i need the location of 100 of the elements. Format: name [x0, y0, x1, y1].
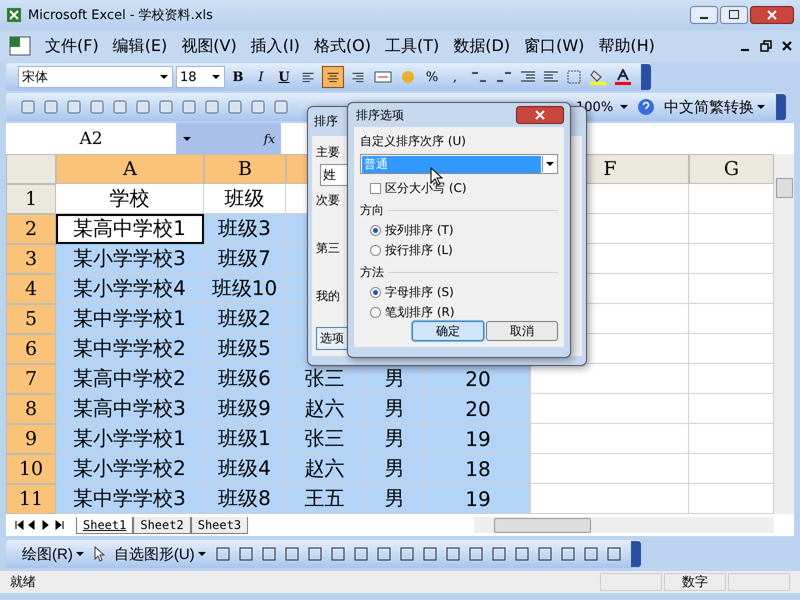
table-cell: 某高中学校2	[56, 364, 204, 394]
options-button[interactable]: 选项	[316, 327, 348, 350]
table-cell: 某高中学校1	[56, 214, 204, 244]
row-header[interactable]: 5	[6, 304, 56, 334]
table-cell: 班级2	[204, 304, 286, 334]
sheet-tab[interactable]: Sheet2	[133, 516, 191, 534]
radio-button[interactable]	[370, 245, 381, 256]
caret-icon[interactable]	[159, 74, 169, 80]
table-cell: 张三	[286, 424, 364, 454]
menu-item[interactable]: 数据(D)	[446, 36, 518, 56]
italic-button[interactable]: I	[251, 66, 271, 88]
merge-center-icon[interactable]	[374, 69, 392, 85]
radio-label[interactable]: 按列排序 (T)	[385, 222, 454, 239]
dropdown-arrow-icon[interactable]	[542, 156, 557, 172]
menu-item[interactable]: 帮助(H)	[591, 36, 662, 56]
menu-item[interactable]: 插入(I)	[244, 36, 307, 56]
radio-button[interactable]	[370, 287, 381, 298]
toolbar-options-icon[interactable]	[630, 541, 641, 567]
horizontal-scrollbar[interactable]	[474, 517, 774, 533]
field-label: 我的	[316, 288, 340, 305]
radio-button[interactable]	[370, 307, 381, 318]
row-header[interactable]: 7	[6, 364, 56, 394]
field-label: 主要	[316, 144, 340, 161]
radio-label[interactable]: 按行排序 (L)	[385, 242, 453, 259]
borders-icon[interactable]	[566, 69, 582, 85]
close-button[interactable]	[750, 6, 794, 24]
percent-button[interactable]: %	[422, 66, 442, 88]
close-icon[interactable]	[782, 41, 792, 51]
font-dropdown[interactable]: 宋体	[18, 66, 173, 88]
underline-button[interactable]: U	[274, 66, 294, 88]
table-cell: 18	[426, 454, 531, 484]
column-header[interactable]: G	[689, 154, 774, 184]
caret-icon[interactable]	[211, 74, 221, 80]
radio-label[interactable]: 笔划排序 (R)	[385, 304, 455, 321]
close-button[interactable]	[516, 106, 564, 124]
table-cell: 班级4	[204, 454, 286, 484]
caret-icon[interactable]	[76, 552, 84, 556]
menu-item[interactable]: 窗口(W)	[517, 36, 592, 56]
column-header[interactable]: B	[204, 154, 286, 184]
menu-item[interactable]: 格式(O)	[306, 36, 378, 56]
group-title: 方法	[360, 264, 384, 281]
table-cell: 20	[426, 394, 531, 424]
maximize-button[interactable]	[720, 6, 748, 24]
table-cell: 19	[426, 484, 531, 514]
draw-menu-button[interactable]: 绘图(R)	[18, 544, 88, 564]
table-cell: 赵六	[286, 454, 364, 484]
row-header[interactable]: 4	[6, 274, 56, 304]
caret-icon[interactable]	[757, 104, 765, 110]
radio-label[interactable]: 字母排序 (S)	[385, 284, 454, 301]
comma-button[interactable]: ,	[445, 66, 465, 88]
sheet-tab[interactable]: Sheet1	[76, 516, 134, 534]
column-header[interactable]: A	[56, 154, 204, 184]
table-cell: 班级9	[204, 394, 286, 424]
dropdown-arrow-icon[interactable]	[182, 136, 192, 142]
chinese-conversion-button[interactable]: 中文简繁转换	[660, 98, 769, 116]
row-header[interactable]: 3	[6, 244, 56, 274]
row-header[interactable]: 8	[6, 394, 56, 424]
autoshapes-button[interactable]: 自选图形(U)	[110, 544, 210, 564]
table-cell: 男	[364, 454, 426, 484]
table-cell: 某高中学校3	[56, 394, 204, 424]
insert-function-button[interactable]: fx	[264, 132, 275, 146]
table-cell: 班级1	[204, 424, 286, 454]
menu-item[interactable]: 视图(V)	[174, 36, 244, 56]
dialog-title: 排序	[313, 113, 339, 130]
row-header[interactable]: 1	[6, 184, 56, 214]
row-header[interactable]: 2	[6, 214, 56, 244]
table-cell: 19	[426, 424, 531, 454]
menu-item[interactable]: 工具(T)	[378, 36, 446, 56]
row-header[interactable]: 10	[6, 454, 56, 484]
row-header[interactable]: 6	[6, 334, 56, 364]
caret-icon[interactable]	[198, 552, 206, 556]
pointer-icon[interactable]	[92, 546, 105, 562]
radio-button[interactable]	[370, 225, 381, 236]
cancel-button[interactable]: 取消	[486, 321, 558, 341]
indent-icon[interactable]	[543, 70, 559, 84]
table-cell: 男	[364, 394, 426, 424]
bold-button[interactable]: B	[228, 66, 248, 88]
font-size-dropdown[interactable]: 18	[176, 66, 225, 88]
row-header[interactable]: 11	[6, 484, 56, 514]
minimize-button[interactable]	[690, 6, 718, 24]
status-panel	[600, 573, 662, 591]
menu-item[interactable]: 编辑(E)	[106, 36, 174, 56]
help-icon[interactable]	[637, 98, 655, 116]
sheet-tab[interactable]: Sheet3	[190, 516, 248, 534]
ok-button[interactable]: 确定	[412, 321, 484, 341]
group-title: 方向	[360, 202, 384, 219]
row-header[interactable]: 9	[6, 424, 56, 454]
num-lock-indicator: 数字	[664, 573, 726, 591]
table-cell: 某小学学校4	[56, 274, 204, 304]
name-box[interactable]: A2	[6, 123, 176, 154]
dialog-title: 排序选项	[356, 106, 404, 124]
outdent-icon[interactable]	[520, 70, 536, 84]
vertical-scrollbar[interactable]	[774, 154, 794, 514]
rectangle-icon[interactable]	[260, 546, 277, 562]
caret-icon[interactable]	[619, 104, 629, 110]
workbook-icon[interactable]	[8, 35, 32, 57]
menu-item[interactable]: 文件(F)	[38, 36, 106, 56]
center-button[interactable]	[322, 66, 344, 88]
checkbox[interactable]	[370, 183, 381, 194]
restore-icon[interactable]	[760, 40, 772, 52]
